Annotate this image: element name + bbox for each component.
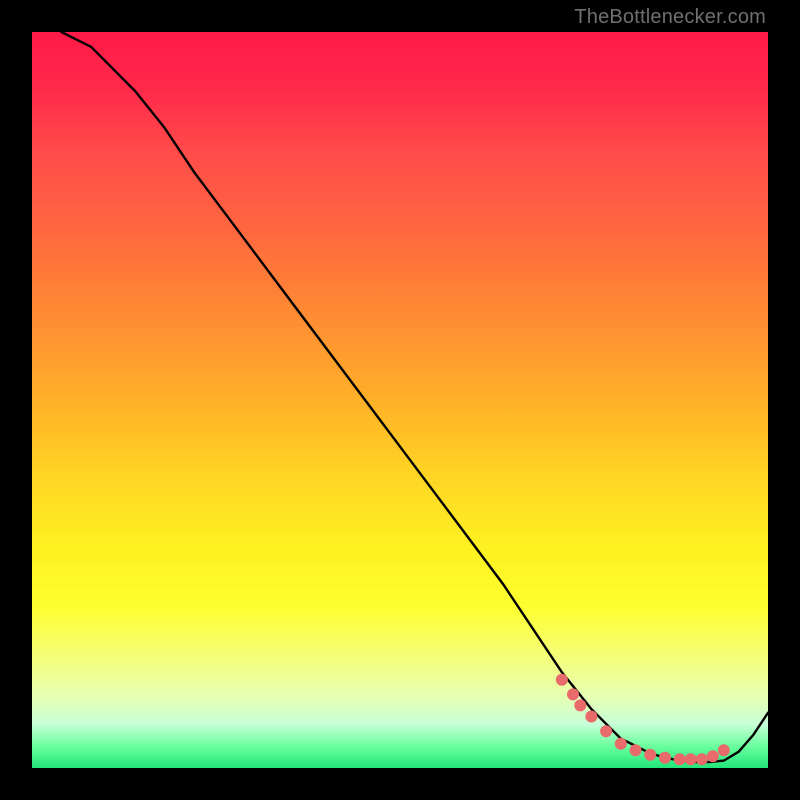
curve-marker (685, 753, 697, 765)
chart-frame (32, 32, 768, 768)
curve-marker (600, 725, 612, 737)
curve-marker (574, 699, 586, 711)
curve-marker (615, 738, 627, 750)
curve-marker (696, 753, 708, 765)
bottleneck-curve (61, 32, 768, 762)
curve-marker (718, 744, 730, 756)
curve-marker (585, 711, 597, 723)
curve-marker (644, 749, 656, 761)
curve-marker (659, 752, 671, 764)
curve-marker (567, 688, 579, 700)
curve-marker (707, 750, 719, 762)
curve-markers (556, 674, 730, 766)
curve-marker (556, 674, 568, 686)
chart-svg (32, 32, 768, 768)
attribution-text: TheBottlenecker.com (574, 6, 766, 29)
curve-marker (630, 744, 642, 756)
curve-marker (674, 753, 686, 765)
